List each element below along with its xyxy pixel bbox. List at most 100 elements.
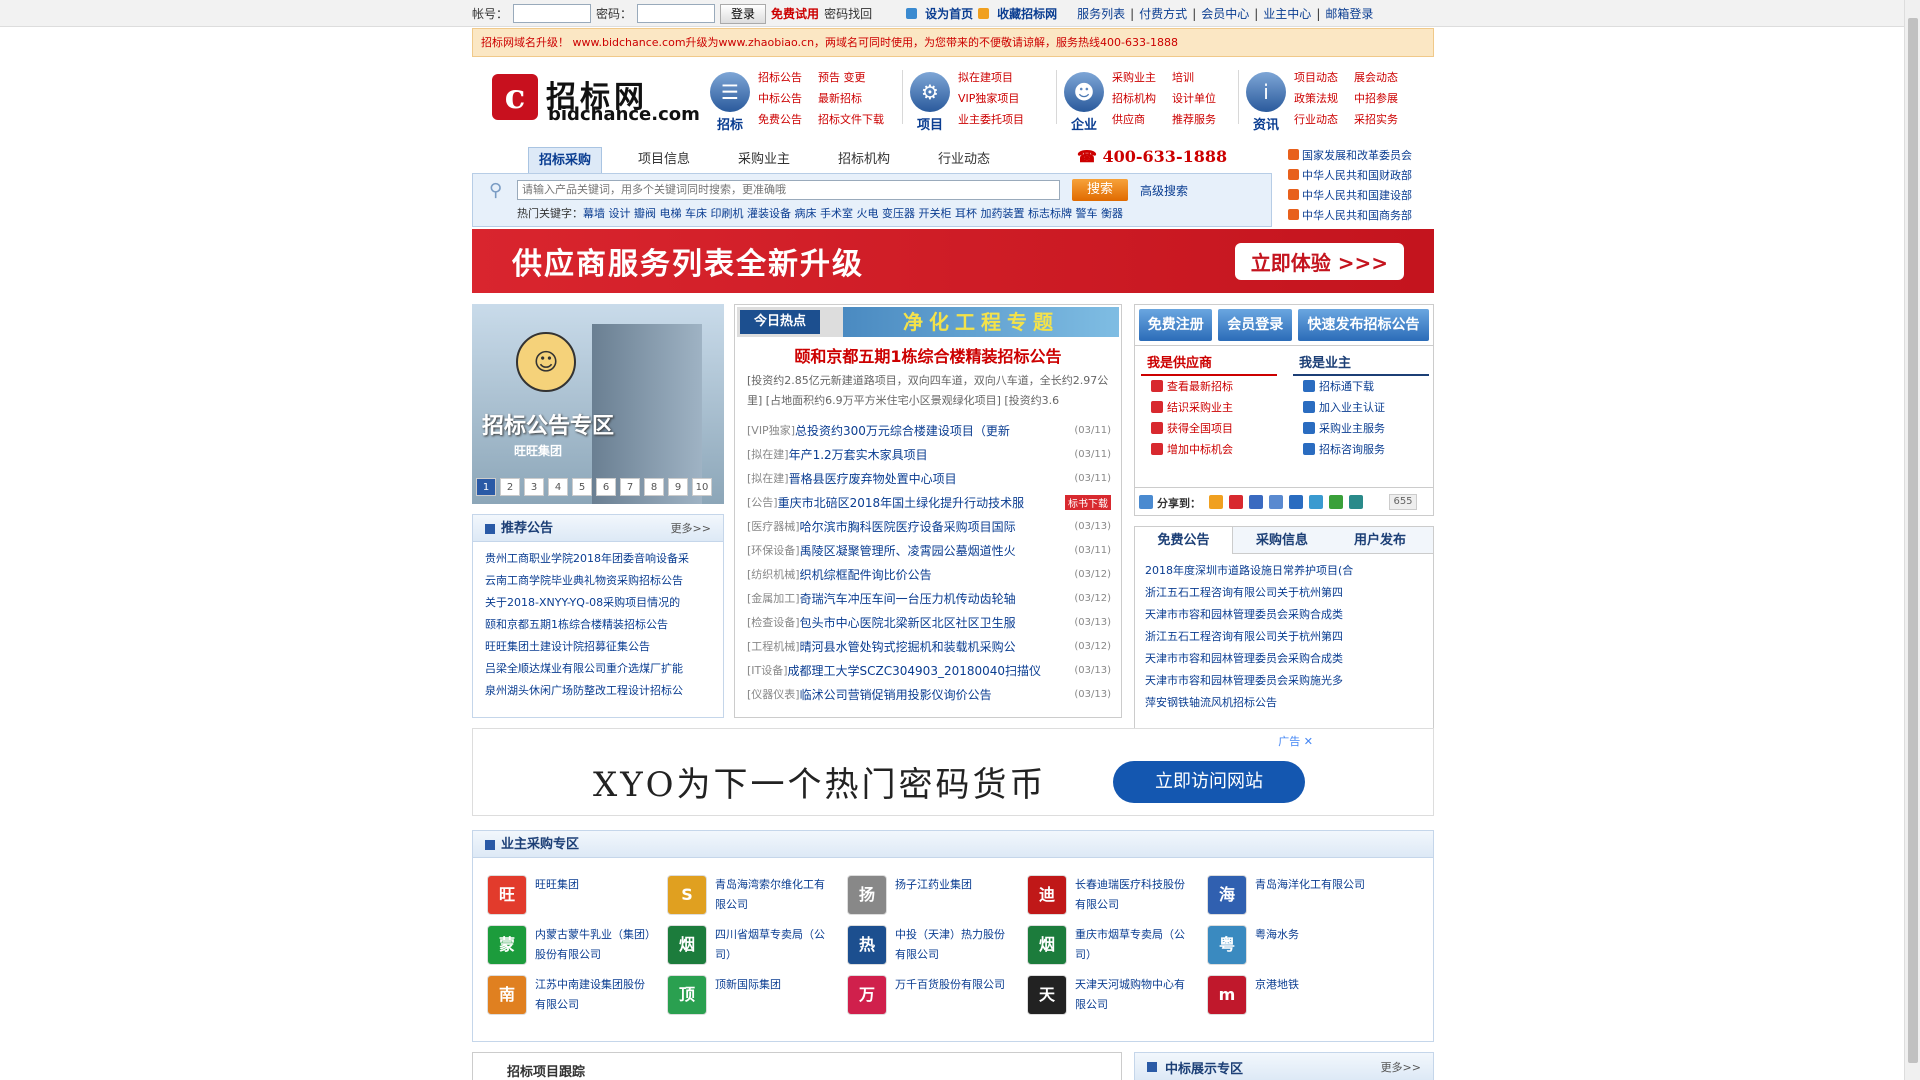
nav-link[interactable]: 招标公告 bbox=[758, 69, 802, 86]
hot-list-row[interactable]: [仪器仪表] 临沭公司营销促销用投影仪询价公告 (03/13) bbox=[747, 682, 1111, 706]
hot-list-row[interactable]: [医疗器械] 哈尔滨市胸科医院医疗设备采购项目国际 (03/13) bbox=[747, 514, 1111, 538]
hot-list-row[interactable]: [检查设备] 包头市中心医院北梁新区北区社区卫生服 (03/13) bbox=[747, 610, 1111, 634]
company-name[interactable]: 江苏中南建设集团股份有限公司 bbox=[535, 975, 655, 1017]
hot-headline[interactable]: 颐和京都五期1栋综合楼精装招标公告 bbox=[735, 343, 1121, 367]
tab-purchase-info[interactable]: 采购信息 bbox=[1233, 527, 1331, 554]
owner-company[interactable]: 扬扬子江药业集团 bbox=[847, 875, 1027, 917]
nav-link[interactable]: VIP独家项目 bbox=[958, 90, 1024, 107]
supplier-item-label[interactable]: 查看最新招标 bbox=[1167, 380, 1233, 393]
nav-link[interactable]: 中招参展 bbox=[1354, 90, 1398, 107]
company-logo[interactable]: 万 bbox=[847, 975, 887, 1015]
nav-link[interactable]: 政策法规 bbox=[1294, 90, 1338, 107]
password-input[interactable] bbox=[637, 4, 716, 23]
owner-item[interactable]: 招标通下载 bbox=[1293, 376, 1433, 397]
nav-label-news[interactable]: 资讯 bbox=[1246, 114, 1286, 133]
hot-list-row[interactable]: [金属加工] 奇瑞汽车冲压车间一台压力机传动齿轮轴 (03/12) bbox=[747, 586, 1111, 610]
owner-company[interactable]: 旺旺旺集团 bbox=[487, 875, 667, 917]
owner-item-label[interactable]: 招标通下载 bbox=[1319, 380, 1374, 393]
logo-icon[interactable]: c bbox=[492, 74, 538, 120]
nav-label-enterprise[interactable]: 企业 bbox=[1064, 114, 1104, 133]
hot-list-row[interactable]: [拟在建] 年产1.2万套实木家具项目 (03/11) bbox=[747, 442, 1111, 466]
company-name[interactable]: 四川省烟草专卖局（公司） bbox=[715, 925, 835, 967]
row-title[interactable]: 成都理工大学SCZC304903_20180040扫描仪 bbox=[788, 662, 1069, 679]
ad-cta-button[interactable]: 立即访问网站 bbox=[1113, 761, 1305, 803]
owner-company[interactable]: 海青岛海洋化工有限公司 bbox=[1207, 875, 1387, 917]
slide-page[interactable]: 7 bbox=[620, 478, 640, 496]
owner-item-label[interactable]: 加入业主认证 bbox=[1319, 401, 1385, 414]
list-item[interactable]: 浙江五石工程咨询有限公司关于杭州第四 bbox=[1145, 582, 1427, 604]
nav-link[interactable]: 采招实务 bbox=[1354, 111, 1398, 128]
tab-industry[interactable]: 行业动态 bbox=[938, 147, 990, 173]
hot-list-row[interactable]: [纺织机械] 织机综框配件询比价公告 (03/12) bbox=[747, 562, 1111, 586]
company-logo[interactable]: S bbox=[667, 875, 707, 915]
supplier-item-label[interactable]: 增加中标机会 bbox=[1167, 443, 1233, 456]
wechat-icon[interactable] bbox=[1329, 495, 1343, 509]
gear-icon[interactable]: ⚙ bbox=[910, 72, 950, 112]
nav-link[interactable]: 拟在建项目 bbox=[958, 69, 1024, 86]
nav-label-bidding[interactable]: 招标 bbox=[710, 114, 750, 133]
company-name[interactable]: 万千百货股份有限公司 bbox=[895, 975, 1015, 1017]
logo-domain[interactable]: bidchance.com bbox=[548, 104, 700, 125]
row-title[interactable]: 晴河县水管处钩式挖掘机和装载机采购公 bbox=[800, 638, 1069, 655]
nav-link[interactable]: 培训 bbox=[1172, 69, 1216, 86]
slide-page[interactable]: 6 bbox=[596, 478, 616, 496]
nav-link[interactable]: 预告 变更 bbox=[818, 69, 884, 86]
row-title[interactable]: 临沭公司营销促销用投影仪询价公告 bbox=[800, 686, 1069, 703]
hot-list-row[interactable]: [VIP独家] 总投资约300万元综合楼建设项目（更新 (03/11) bbox=[747, 418, 1111, 442]
info-icon[interactable]: i bbox=[1246, 72, 1286, 112]
hot-list-row[interactable]: [环保设备] 禹陵区凝聚管理所、凌霄园公墓烟道性火 (03/11) bbox=[747, 538, 1111, 562]
banner-cta-button[interactable]: 立即体验 >>> bbox=[1234, 242, 1404, 280]
slide-page[interactable]: 3 bbox=[524, 478, 544, 496]
supplier-item[interactable]: 结识采购业主 bbox=[1141, 397, 1281, 418]
company-logo[interactable]: 烟 bbox=[667, 925, 707, 965]
nav-link[interactable]: 推荐服务 bbox=[1172, 111, 1216, 128]
win-zone-more-link[interactable]: 更多>> bbox=[1381, 1059, 1421, 1075]
row-title[interactable]: 奇瑞汽车冲压车间一台压力机传动齿轮轴 bbox=[800, 590, 1069, 607]
weibo-icon[interactable] bbox=[1229, 495, 1243, 509]
recommend-more-link[interactable]: 更多>> bbox=[671, 515, 711, 542]
gov-link-text[interactable]: 中华人民共和国建设部 bbox=[1302, 189, 1412, 202]
slideshow[interactable]: ☺ 招标公告专区 旺旺集团 1 2 3 4 5 6 7 8 9 10 bbox=[472, 304, 724, 504]
slide-page[interactable]: 9 bbox=[668, 478, 688, 496]
service-list-link[interactable]: 服务列表 bbox=[1077, 5, 1125, 22]
scrollbar-thumb[interactable] bbox=[1908, 18, 1918, 1063]
company-logo[interactable]: 天 bbox=[1027, 975, 1067, 1015]
company-name[interactable]: 天津天河城购物中心有限公司 bbox=[1075, 975, 1195, 1017]
gov-link-text[interactable]: 中华人民共和国商务部 bbox=[1302, 209, 1412, 222]
nav-link[interactable]: 招标机构 bbox=[1112, 90, 1156, 107]
company-logo[interactable]: 海 bbox=[1207, 875, 1247, 915]
row-title[interactable]: 哈尔滨市胸科医院医疗设备采购项目国际 bbox=[800, 518, 1069, 535]
download-tag[interactable]: 标书下载 bbox=[1065, 494, 1111, 510]
owner-company[interactable]: m 京港地铁 bbox=[1207, 975, 1387, 1017]
nav-link[interactable]: 免费公告 bbox=[758, 111, 802, 128]
more-share-icon[interactable] bbox=[1349, 495, 1363, 509]
owner-company[interactable]: 烟四川省烟草专卖局（公司） bbox=[667, 925, 847, 967]
baidu-icon[interactable] bbox=[1289, 495, 1303, 509]
row-title[interactable]: 织机综框配件询比价公告 bbox=[800, 566, 1069, 583]
owner-item[interactable]: 加入业主认证 bbox=[1293, 397, 1433, 418]
owner-item-label[interactable]: 采购业主服务 bbox=[1319, 422, 1385, 435]
advanced-search-link[interactable]: 高级搜索 bbox=[1140, 182, 1188, 199]
company-logo[interactable]: 南 bbox=[487, 975, 527, 1015]
list-item[interactable]: 天津市市容和园林管理委员会采购合成类 bbox=[1145, 648, 1427, 670]
nav-label-project[interactable]: 项目 bbox=[910, 114, 950, 133]
row-title[interactable]: 包头市中心医院北梁新区北区社区卫生服 bbox=[800, 614, 1069, 631]
list-item[interactable]: 贵州工商职业学院2018年团委音响设备采 bbox=[485, 548, 711, 570]
search-button[interactable]: 搜索 bbox=[1072, 179, 1128, 201]
list-item[interactable]: 云南工商学院毕业典礼物资采购招标公告 bbox=[485, 570, 711, 592]
slide-page[interactable]: 8 bbox=[644, 478, 664, 496]
tab-bidding[interactable]: 招标采购 bbox=[528, 147, 603, 173]
company-logo[interactable]: m bbox=[1207, 975, 1247, 1015]
company-name[interactable]: 长春迪瑞医疗科技股份有限公司 bbox=[1075, 875, 1195, 917]
row-title[interactable]: 禹陵区凝聚管理所、凌霄园公墓烟道性火 bbox=[800, 542, 1069, 559]
kaixin-icon[interactable] bbox=[1309, 495, 1323, 509]
document-icon[interactable]: ☰ bbox=[710, 72, 750, 112]
company-name[interactable]: 旺旺集团 bbox=[535, 875, 655, 917]
slide-page[interactable]: 2 bbox=[500, 478, 520, 496]
member-login-button[interactable]: 会员登录 bbox=[1218, 309, 1292, 341]
nav-link[interactable]: 业主委托项目 bbox=[958, 111, 1024, 128]
nav-link[interactable]: 设计单位 bbox=[1172, 90, 1216, 107]
register-button[interactable]: 免费注册 bbox=[1139, 309, 1213, 341]
owner-company[interactable]: S 青岛海湾索尔维化工有限公司 bbox=[667, 875, 847, 917]
owner-company[interactable]: 迪长春迪瑞医疗科技股份有限公司 bbox=[1027, 875, 1207, 917]
